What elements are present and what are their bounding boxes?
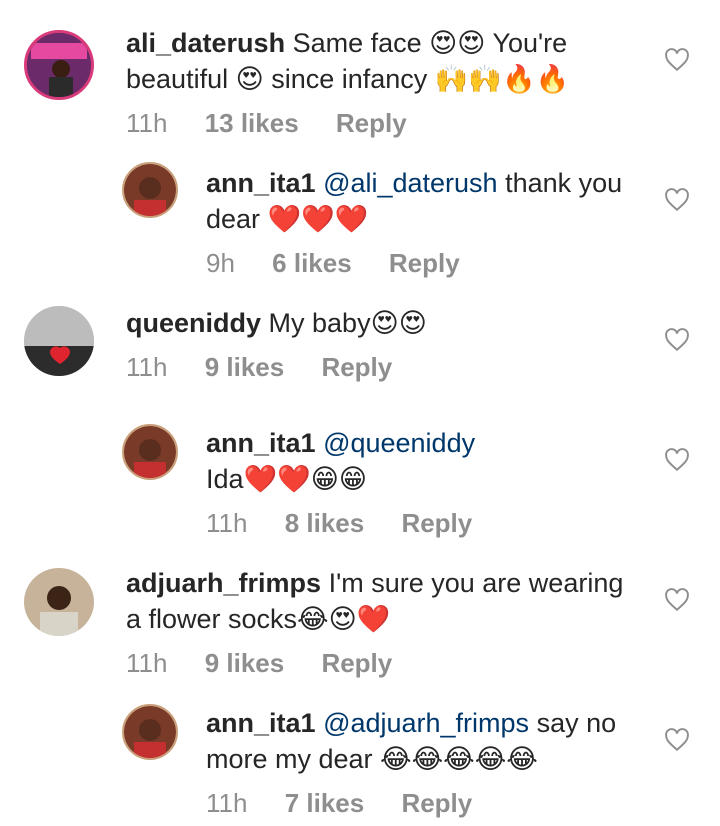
likes-count[interactable]: 6 likes — [272, 248, 352, 278]
reply-button[interactable]: Reply — [321, 648, 392, 678]
avatar[interactable] — [122, 162, 178, 218]
comment-text: ann_ita1 @adjuarh_frimps say no more my … — [206, 708, 617, 774]
username[interactable]: adjuarh_frimps — [126, 568, 321, 598]
likes-count[interactable]: 13 likes — [205, 108, 299, 138]
timestamp: 11h — [126, 108, 168, 138]
comment-meta: 11h 7 likes Reply — [206, 788, 502, 819]
avatar[interactable] — [122, 704, 178, 760]
mention-link[interactable]: @ali_daterush — [323, 168, 498, 198]
avatar[interactable] — [122, 424, 178, 480]
username[interactable]: ali_daterush — [126, 28, 285, 58]
comment-text: ali_daterush Same face 😍😍 You're beautif… — [126, 28, 570, 94]
avatar[interactable] — [24, 30, 94, 100]
username[interactable]: queeniddy — [126, 308, 261, 338]
username[interactable]: ann_ita1 — [206, 168, 316, 198]
username[interactable]: ann_ita1 — [206, 428, 316, 458]
heart-outline-icon[interactable] — [664, 188, 690, 212]
timestamp: 11h — [206, 508, 248, 538]
mention-link[interactable]: @adjuarh_frimps — [323, 708, 529, 738]
comment-meta: 9h 6 likes Reply — [206, 248, 490, 279]
timestamp: 11h — [126, 648, 168, 678]
comment-meta: 11h 13 likes Reply — [126, 108, 437, 139]
comment-text: ann_ita1 @ali_daterush thank you dear ❤️… — [206, 168, 623, 234]
reply-button[interactable]: Reply — [401, 508, 472, 538]
username[interactable]: ann_ita1 — [206, 708, 316, 738]
comment-meta: 11h 8 likes Reply — [206, 508, 502, 539]
timestamp: 11h — [126, 352, 168, 382]
comment-text: adjuarh_frimps I'm sure you are wearing … — [126, 568, 624, 634]
avatar[interactable] — [24, 568, 94, 636]
reply-button[interactable]: Reply — [321, 352, 392, 382]
reply-button[interactable]: Reply — [401, 788, 472, 818]
likes-count[interactable]: 7 likes — [285, 788, 365, 818]
comment-text: ann_ita1 @queeniddy Ida❤️❤️😁😁 — [206, 428, 476, 494]
likes-count[interactable]: 9 likes — [205, 352, 285, 382]
likes-count[interactable]: 8 likes — [285, 508, 365, 538]
heart-outline-icon[interactable] — [664, 328, 690, 352]
heart-outline-icon[interactable] — [664, 448, 690, 472]
mention-link[interactable]: @queeniddy — [323, 428, 475, 458]
reply-button[interactable]: Reply — [336, 108, 407, 138]
heart-outline-icon[interactable] — [664, 728, 690, 752]
comment-text: queeniddy My baby😍😍 — [126, 308, 427, 338]
timestamp: 11h — [206, 788, 248, 818]
likes-count[interactable]: 9 likes — [205, 648, 285, 678]
heart-outline-icon[interactable] — [664, 48, 690, 72]
heart-outline-icon[interactable] — [664, 588, 690, 612]
comment-meta: 11h 9 likes Reply — [126, 648, 422, 679]
avatar[interactable] — [24, 306, 94, 376]
reply-button[interactable]: Reply — [389, 248, 460, 278]
timestamp: 9h — [206, 248, 235, 278]
comment-meta: 11h 9 likes Reply — [126, 352, 422, 383]
